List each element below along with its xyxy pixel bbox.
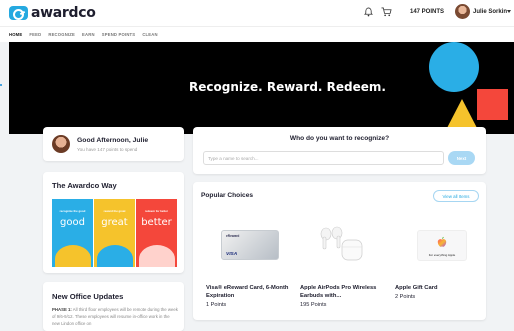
product-name: Apple AirPods Pro Wireless Earbuds with.… <box>300 285 377 299</box>
tile-shape <box>139 245 175 267</box>
awardco-logo[interactable]: awardco <box>9 5 96 21</box>
tile-word: better <box>141 217 172 228</box>
nav-home[interactable]: HOME <box>9 32 22 37</box>
tile-better[interactable]: redeem for better better <box>136 199 177 267</box>
apple-gift-card-image: For everything Apple <box>417 230 467 261</box>
recognize-title: Who do you want to recognize? <box>289 135 390 142</box>
tile-caption: reward the great <box>103 209 126 213</box>
recognize-card: Who do you want to recognize? Next <box>193 127 486 174</box>
blue-circle-shape <box>429 42 479 92</box>
nav-feed[interactable]: FEED <box>29 32 41 37</box>
awardco-logo-icon <box>9 6 28 20</box>
red-square-shape <box>477 89 508 120</box>
view-all-items-button[interactable]: View all Items <box>433 190 479 202</box>
tile-word: good <box>60 217 85 228</box>
points-balance[interactable]: 147 POINTS <box>410 9 444 15</box>
greeting-avatar <box>52 135 70 153</box>
tile-good[interactable]: recognize the good good <box>52 199 93 267</box>
brand-name: awardco <box>31 5 96 21</box>
greeting-card: Good Afternoon, Julie You have 147 point… <box>43 127 184 161</box>
greeting-title: Good Afternoon, Julie <box>77 137 149 144</box>
visa-logo: VISA <box>226 252 238 257</box>
visa-card-image: eReward VISA <box>221 230 279 260</box>
popular-title: Popular Choices <box>201 192 254 199</box>
tile-caption: redeem for better <box>144 209 168 213</box>
product-name: Apple Gift Card <box>395 285 438 291</box>
awardco-way-title: The Awardco Way <box>52 181 117 190</box>
product-image: For everything Apple <box>395 222 487 266</box>
product-points: 2 Points <box>395 294 416 300</box>
tile-caption: recognize the good <box>59 209 86 213</box>
office-phase-label: PHASE 1: <box>52 307 72 312</box>
main-nav: HOME FEED RECOGNIZE EARN SPEND POINTS CL… <box>0 26 514 42</box>
tile-shape <box>55 245 91 267</box>
nav-clean[interactable]: CLEAN <box>142 32 157 37</box>
edge-marker <box>0 84 2 86</box>
product-image <box>300 222 392 266</box>
chevron-down-icon[interactable] <box>507 10 511 13</box>
greeting-subtitle: You have 147 points to spend <box>77 147 138 152</box>
apple-card-text: For everything Apple <box>428 253 456 257</box>
notification-bell-icon[interactable] <box>364 7 373 17</box>
cart-icon[interactable] <box>381 7 392 17</box>
product-points: 1 Points <box>206 302 227 308</box>
airpods-image <box>320 226 363 261</box>
office-updates-text: PHASE 1: All third floor employees will … <box>52 307 178 327</box>
product-name: Visa® eReward Card, 6-Month Expiration <box>206 285 289 299</box>
yellow-triangle-shape <box>447 99 477 128</box>
awardco-way-tiles: recognize the good good reward the great… <box>52 199 178 267</box>
recognize-search-input[interactable] <box>203 151 444 165</box>
product-image: eReward VISA <box>206 222 298 266</box>
hero-title: Recognize. Reward. Redeem. <box>189 80 386 94</box>
nav-earn[interactable]: EARN <box>82 32 95 37</box>
nav-recognize[interactable]: RECOGNIZE <box>48 32 75 37</box>
user-avatar[interactable] <box>455 4 470 19</box>
hero-banner: Recognize. Reward. Redeem. <box>9 42 514 134</box>
next-button[interactable]: Next <box>448 151 475 165</box>
tile-word: great <box>101 217 128 228</box>
nav-spend-points[interactable]: SPEND POINTS <box>102 32 136 37</box>
tile-great[interactable]: reward the great great <box>94 199 135 267</box>
tile-shape <box>97 245 133 267</box>
apple-logo-icon <box>437 236 447 247</box>
product-points: 195 Points <box>300 302 327 308</box>
office-updates-title: New Office Updates <box>52 292 124 301</box>
top-bar: awardco 147 POINTS Julie Sorkin <box>0 0 514 26</box>
office-updates-card: New Office Updates PHASE 1: All third fl… <box>43 282 184 331</box>
awardco-way-card: The Awardco Way recognize the good good … <box>43 172 184 273</box>
visa-card-top-text: eReward <box>226 234 240 238</box>
user-name[interactable]: Julie Sorkin <box>473 9 507 15</box>
popular-choices-card: Popular Choices View all Items eReward V… <box>193 182 486 320</box>
